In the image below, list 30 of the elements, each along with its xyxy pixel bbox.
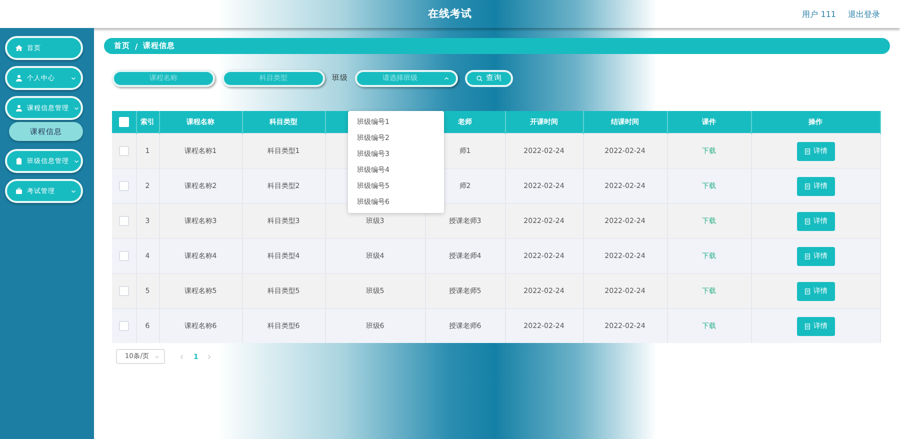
search-icon bbox=[476, 74, 483, 82]
logout-link[interactable]: 退出登录 bbox=[848, 8, 880, 20]
row-checkbox[interactable] bbox=[118, 181, 129, 191]
document-icon bbox=[804, 322, 810, 330]
chevron-icon bbox=[73, 158, 80, 164]
row-checkbox[interactable] bbox=[118, 146, 129, 156]
clipboard-icon bbox=[15, 157, 23, 165]
next-page-icon bbox=[206, 354, 212, 360]
chevron-icon bbox=[443, 74, 450, 82]
row-checkbox[interactable] bbox=[118, 216, 129, 226]
chevron-icon bbox=[73, 104, 80, 112]
user-name: 用户 111 bbox=[802, 8, 836, 20]
document-icon bbox=[804, 148, 810, 154]
user-icon bbox=[15, 104, 23, 112]
document-icon bbox=[804, 288, 810, 294]
select-all-checkbox[interactable] bbox=[118, 117, 129, 127]
row-checkbox[interactable] bbox=[118, 286, 129, 296]
row-checkbox[interactable] bbox=[118, 251, 129, 261]
briefcase-icon bbox=[15, 187, 23, 195]
home-icon bbox=[15, 44, 23, 52]
previous-page-icon bbox=[179, 354, 186, 360]
document-icon bbox=[804, 182, 810, 190]
chevron-icon bbox=[70, 74, 77, 82]
chevron-icon bbox=[70, 188, 77, 194]
row-checkbox[interactable] bbox=[118, 321, 129, 331]
app-title: 在线考试 bbox=[428, 7, 472, 21]
chevron-icon bbox=[154, 354, 160, 360]
document-icon bbox=[804, 218, 810, 224]
document-icon bbox=[804, 252, 810, 260]
user-icon bbox=[15, 74, 23, 82]
